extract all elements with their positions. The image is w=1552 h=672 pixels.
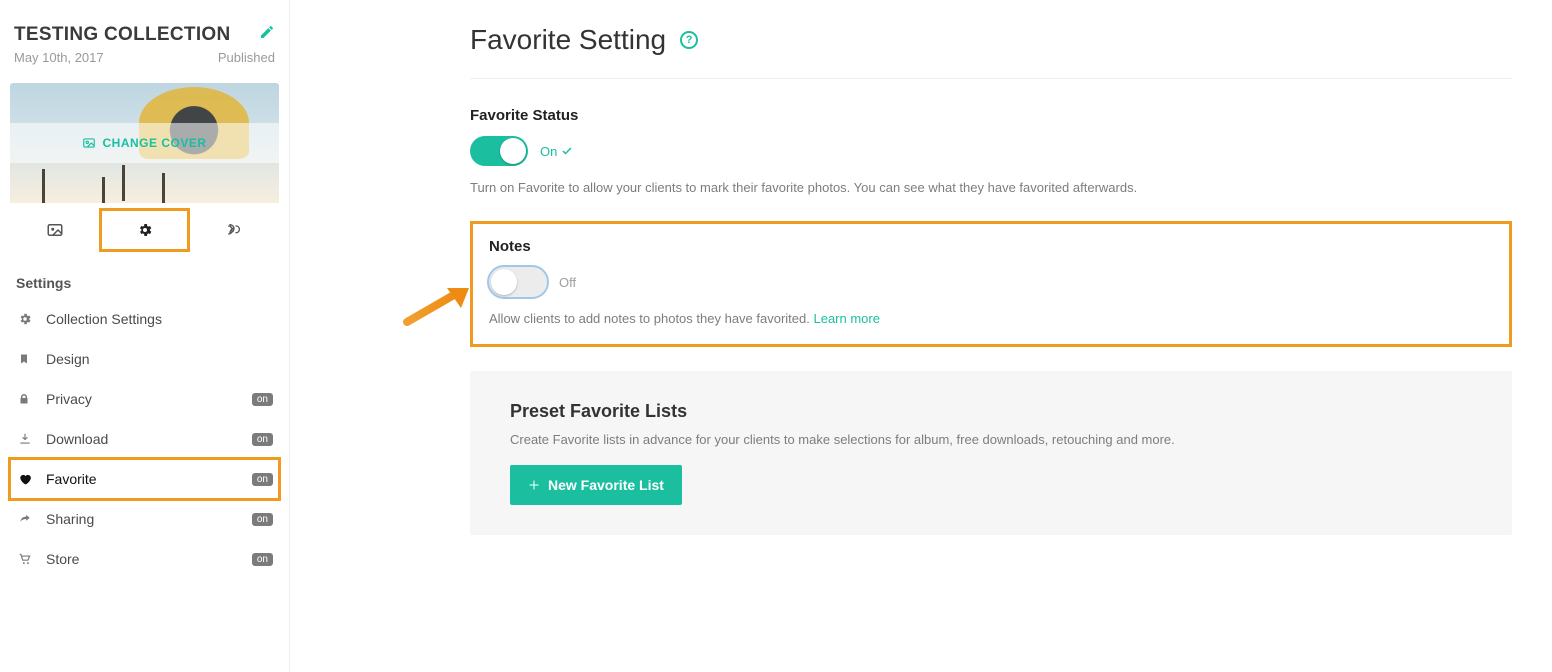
collection-date: May 10th, 2017 [14, 50, 104, 65]
favorite-status-section: Favorite Status On Turn on Favorite to a… [470, 79, 1512, 195]
help-icon[interactable]: ? [680, 31, 698, 49]
change-cover-label: CHANGE COVER [102, 136, 206, 150]
lock-icon [18, 392, 34, 406]
notes-heading: Notes [489, 238, 1493, 255]
edit-icon[interactable] [259, 24, 275, 40]
sidebar-item-sharing[interactable]: Sharing on [10, 499, 279, 539]
sidebar-item-label: Store [46, 551, 240, 567]
collection-title: TESTING COLLECTION [14, 24, 231, 46]
sidebar-item-label: Download [46, 431, 240, 447]
notes-hint-text: Allow clients to add notes to photos the… [489, 311, 813, 326]
preset-heading: Preset Favorite Lists [510, 401, 1472, 422]
on-badge: on [252, 553, 273, 566]
sidebar-item-store[interactable]: Store on [10, 539, 279, 579]
favorite-status-heading: Favorite Status [470, 107, 1512, 124]
change-cover-button[interactable]: CHANGE COVER [10, 123, 279, 163]
preset-desc: Create Favorite lists in advance for you… [510, 432, 1472, 447]
tab-activity[interactable] [189, 209, 279, 251]
learn-more-link[interactable]: Learn more [813, 311, 879, 326]
notes-state: Off [559, 275, 576, 290]
on-badge: on [252, 393, 273, 406]
favorite-status-toggle[interactable] [470, 136, 528, 166]
bookmark-icon [18, 352, 34, 366]
on-badge: on [252, 433, 273, 446]
on-badge: on [252, 473, 273, 486]
gear-icon [18, 312, 34, 326]
sidebar-item-label: Collection Settings [46, 311, 273, 327]
sidebar-item-collection-settings[interactable]: Collection Settings [10, 299, 279, 339]
cover-image: CHANGE COVER [10, 83, 279, 203]
settings-menu: Collection Settings Design Privacy on Do… [10, 299, 279, 579]
cart-icon [18, 552, 34, 566]
sidebar-item-label: Favorite [46, 471, 240, 487]
sidebar-item-design[interactable]: Design [10, 339, 279, 379]
sidebar-item-favorite[interactable]: Favorite on [10, 459, 279, 499]
plus-icon [528, 479, 540, 491]
favorite-status-hint: Turn on Favorite to allow your clients t… [470, 180, 1512, 195]
favorite-status-state-text: On [540, 144, 557, 159]
sidebar-tabs [10, 209, 279, 251]
heart-icon [18, 472, 34, 486]
page-title: Favorite Setting [470, 24, 666, 56]
notes-hint: Allow clients to add notes to photos the… [489, 311, 1493, 326]
main-content: Favorite Setting ? Favorite Status On Tu… [290, 0, 1552, 672]
new-favorite-list-label: New Favorite List [548, 477, 664, 493]
share-icon [18, 512, 34, 526]
favorite-status-state: On [540, 144, 573, 159]
sidebar-item-label: Design [46, 351, 273, 367]
sidebar: TESTING COLLECTION May 10th, 2017 Publis… [0, 0, 290, 672]
sidebar-item-label: Privacy [46, 391, 240, 407]
tab-settings[interactable] [100, 209, 190, 251]
notes-toggle[interactable] [489, 267, 547, 297]
notes-section: Notes Off Allow clients to add notes to … [470, 221, 1512, 347]
preset-section: Preset Favorite Lists Create Favorite li… [470, 371, 1512, 535]
on-badge: on [252, 513, 273, 526]
sidebar-item-privacy[interactable]: Privacy on [10, 379, 279, 419]
settings-section-label: Settings [10, 251, 279, 299]
check-icon [561, 145, 573, 157]
collection-status: Published [218, 50, 275, 65]
annotation-arrow-icon [403, 282, 475, 326]
sidebar-item-download[interactable]: Download on [10, 419, 279, 459]
sidebar-item-label: Sharing [46, 511, 240, 527]
download-icon [18, 432, 34, 446]
new-favorite-list-button[interactable]: New Favorite List [510, 465, 682, 505]
tab-photos[interactable] [10, 209, 100, 251]
